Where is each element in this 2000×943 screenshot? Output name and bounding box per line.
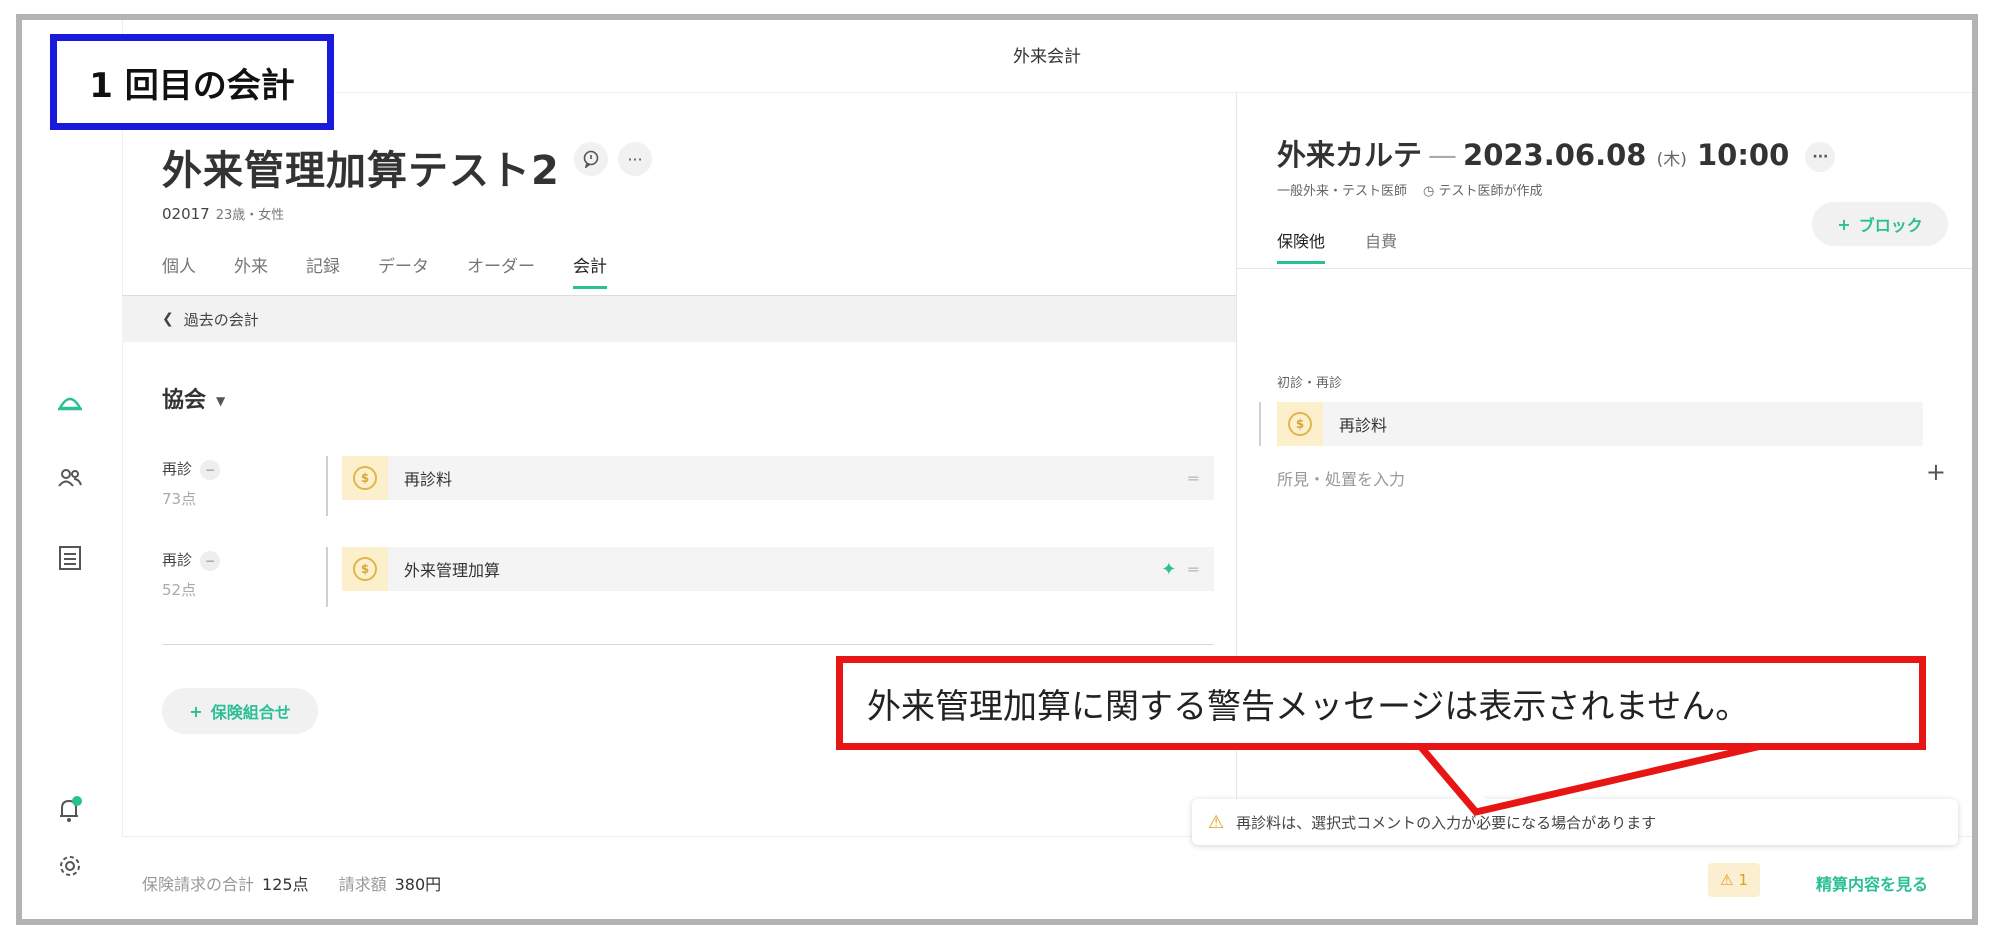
tab-self-pay[interactable]: 自費 bbox=[1365, 228, 1397, 264]
title-dash: — bbox=[1428, 138, 1458, 172]
entry-type-label: 再診 bbox=[162, 551, 193, 569]
total-value: 125点 bbox=[262, 875, 309, 894]
minus-icon[interactable]: − bbox=[200, 460, 221, 480]
bell-icon[interactable] bbox=[54, 794, 86, 826]
coin-icon-box: $ bbox=[342, 547, 388, 591]
warning-icon: ⚠ bbox=[1720, 871, 1734, 889]
warning-icon: ⚠ bbox=[1208, 811, 1225, 833]
karte-author: テスト医師が作成 bbox=[1438, 184, 1543, 199]
tab-insurance-other[interactable]: 保険他 bbox=[1277, 228, 1326, 264]
annotation-callout: 外来管理加算に関する警告メッセージは表示されません。 bbox=[836, 656, 1926, 750]
comment-button[interactable] bbox=[574, 142, 608, 176]
clock-icon: ◷ bbox=[1423, 184, 1439, 199]
item-divider bbox=[1259, 402, 1261, 446]
insurance-label: 協会 bbox=[162, 388, 207, 413]
see-settlement-link[interactable]: 精算内容を見る bbox=[1816, 871, 1928, 895]
summary-bar: 保険請求の合計 125点 請求額 380円 ⚠ 1 精算内容を見る bbox=[122, 836, 1972, 919]
karte-more-button[interactable]: ··· bbox=[1805, 142, 1836, 172]
warning-badge[interactable]: ⚠ 1 bbox=[1708, 863, 1760, 897]
caret-down-icon: ▼ bbox=[216, 394, 226, 408]
karte-tabs: 保険他 自費 bbox=[1277, 228, 1437, 264]
karte-dept: 一般外来・テスト医師 bbox=[1277, 184, 1408, 199]
patient-id: 02017 bbox=[162, 205, 210, 223]
tab-data[interactable]: データ bbox=[378, 252, 429, 289]
karte-date: 2023.06.08 bbox=[1463, 138, 1647, 172]
coin-icon: $ bbox=[353, 557, 377, 581]
minus-icon[interactable]: − bbox=[200, 551, 221, 571]
warning-toast: ⚠ 再診料は、選択式コメントの入力が必要になる場合があります bbox=[1192, 799, 1958, 845]
tab-orders[interactable]: オーダー bbox=[467, 252, 535, 289]
entry-item[interactable]: $ 外来管理加算 ✦ ═ bbox=[342, 547, 1214, 591]
karte-tabs-divider bbox=[1237, 268, 1972, 269]
left-rail bbox=[22, 20, 123, 919]
billing-entry: 再診 − 73点 $ 再診料 ═ bbox=[162, 456, 1214, 518]
add-block-button[interactable]: + ブロック bbox=[1812, 202, 1948, 246]
annotation-label: 1 回目の会計 bbox=[50, 34, 334, 130]
coin-icon: $ bbox=[1288, 412, 1312, 436]
bill-value: 380円 bbox=[394, 875, 442, 894]
plus-icon: + bbox=[189, 701, 203, 721]
karte-item-name: 再診料 bbox=[1339, 416, 1388, 435]
more-menu-button[interactable]: ··· bbox=[618, 142, 652, 176]
coin-icon-box: $ bbox=[342, 456, 388, 500]
past-accounting-link[interactable]: ❮ 過去の会計 bbox=[122, 296, 1236, 342]
home-icon[interactable] bbox=[54, 386, 86, 418]
entry-points: 52点 bbox=[162, 581, 197, 599]
add-insurance-label: 保険組合せ bbox=[210, 703, 291, 722]
app-frame: 外来会計 外来管理加算テスト2 ··· 02017 23歳・女性 個人 外来 記録… bbox=[16, 14, 1978, 925]
karte-title: 外来カルテ bbox=[1277, 138, 1423, 172]
coin-icon-box: $ bbox=[1277, 402, 1323, 446]
entry-type: 再診 − bbox=[162, 549, 221, 571]
patient-age-sex: 23歳・女性 bbox=[215, 208, 285, 223]
sparkle-icon: ✦ bbox=[1161, 558, 1177, 580]
past-accounting-label: 過去の会計 bbox=[183, 310, 259, 329]
coin-icon: $ bbox=[353, 466, 377, 490]
karte-item[interactable]: $ 再診料 bbox=[1277, 402, 1923, 446]
add-icon[interactable]: + bbox=[1926, 458, 1946, 486]
chevron-left-icon: ❮ bbox=[162, 311, 174, 327]
patient-name: 外来管理加算テスト2 bbox=[162, 148, 560, 194]
block-label: ブロック bbox=[1858, 216, 1923, 235]
section-label: 初診・再診 bbox=[1277, 376, 1343, 391]
drag-handle-icon[interactable]: ═ bbox=[1188, 469, 1198, 488]
warning-count: 1 bbox=[1738, 871, 1748, 889]
patient-tabs: 個人 外来 記録 データ オーダー 会計 bbox=[162, 252, 645, 289]
entry-points: 73点 bbox=[162, 490, 197, 508]
karte-header: 外来カルテ —2023.06.08 (木) 10:00 ··· bbox=[1277, 132, 1836, 174]
tab-outpatient[interactable]: 外来 bbox=[234, 252, 268, 289]
entry-type-label: 再診 bbox=[162, 460, 193, 478]
tab-records[interactable]: 記録 bbox=[306, 252, 340, 289]
window-title: 外来会計 bbox=[1013, 47, 1081, 67]
tab-personal[interactable]: 個人 bbox=[162, 252, 196, 289]
drag-handle-icon[interactable]: ═ bbox=[1188, 560, 1198, 579]
bill-label: 請求額 bbox=[338, 875, 387, 894]
entry-type: 再診 − bbox=[162, 458, 221, 480]
add-insurance-combination-button[interactable]: + 保険組合せ bbox=[162, 688, 318, 734]
users-icon[interactable] bbox=[54, 462, 86, 494]
comment-icon bbox=[583, 150, 599, 168]
billing-summary: 保険請求の合計 125点 請求額 380円 bbox=[142, 871, 471, 895]
tab-accounting[interactable]: 会計 bbox=[573, 252, 607, 289]
karte-time: 10:00 bbox=[1696, 138, 1790, 172]
more-icon: ··· bbox=[627, 149, 643, 169]
entry-item-name: 外来管理加算 bbox=[404, 561, 501, 580]
total-label: 保険請求の合計 bbox=[142, 875, 255, 894]
gear-icon[interactable] bbox=[54, 850, 86, 882]
karte-weekday: (木) bbox=[1656, 150, 1687, 170]
patient-meta: 02017 23歳・女性 bbox=[162, 204, 284, 223]
section-divider bbox=[162, 644, 1214, 645]
plus-icon: + bbox=[1837, 214, 1851, 234]
insurance-selector[interactable]: 協会 ▼ bbox=[162, 382, 225, 414]
findings-input[interactable]: 所見・処置を入力 bbox=[1277, 466, 1405, 490]
entry-item[interactable]: $ 再診料 ═ bbox=[342, 456, 1214, 500]
entry-item-name: 再診料 bbox=[404, 470, 453, 489]
karte-meta: 一般外来・テスト医師 ◷ テスト医師が作成 bbox=[1277, 180, 1543, 199]
document-list-icon[interactable] bbox=[54, 542, 86, 574]
billing-entry: 再診 − 52点 $ 外来管理加算 ✦ ═ bbox=[162, 547, 1214, 609]
toast-message: 再診料は、選択式コメントの入力が必要になる場合があります bbox=[1236, 813, 1657, 832]
entry-divider bbox=[326, 456, 328, 516]
entry-divider bbox=[326, 547, 328, 607]
top-bar: 外来会計 bbox=[122, 20, 1972, 93]
more-icon: ··· bbox=[1812, 149, 1829, 165]
